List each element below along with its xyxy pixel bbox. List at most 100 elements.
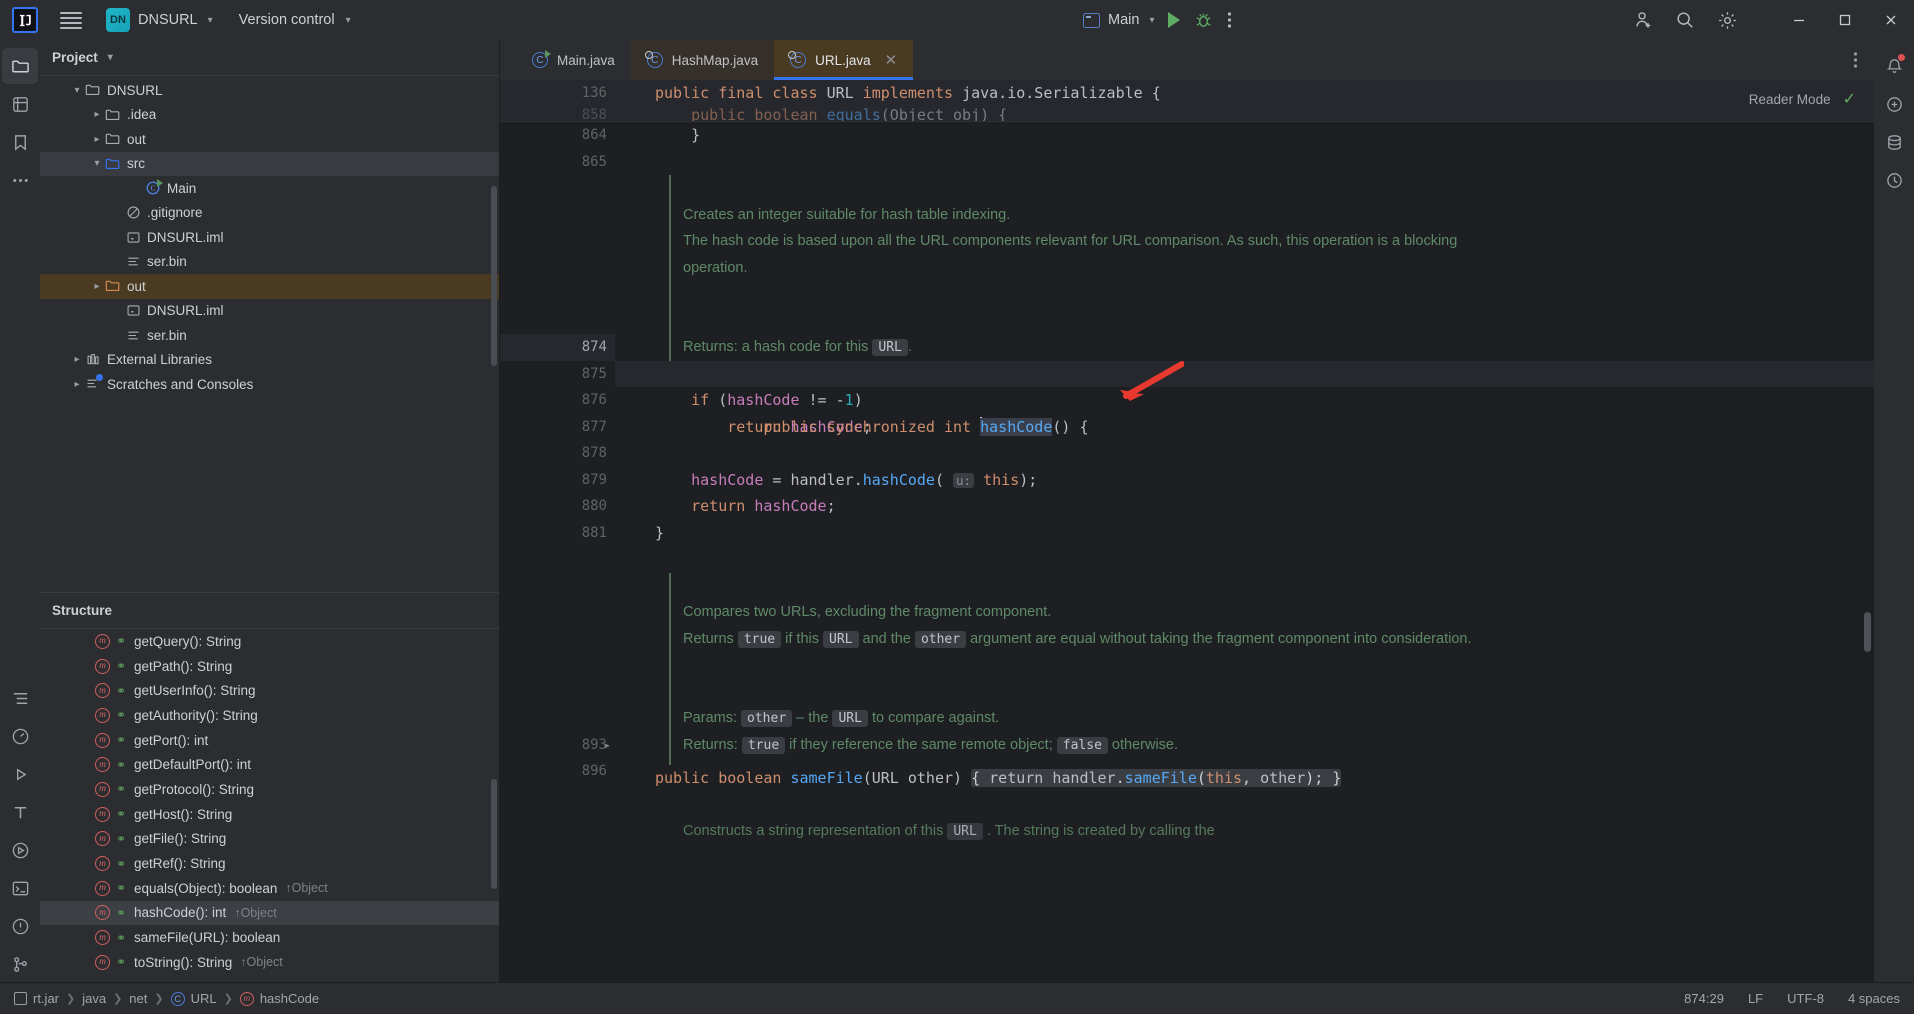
tree-item-external-libraries[interactable]: ▸ External Libraries	[40, 348, 499, 373]
run-configuration-selector[interactable]: Main ▾	[1083, 12, 1154, 28]
structure-item-getQuery[interactable]: m ⚭ getQuery(): String	[40, 629, 499, 654]
tree-item-out[interactable]: ▸ out	[40, 127, 499, 152]
chevron-right-icon[interactable]: ▸	[70, 354, 84, 365]
indent-setting[interactable]: 4 spaces	[1848, 991, 1900, 1006]
tree-item-scratches-and-consoles[interactable]: ▸ Scratches and Consoles	[40, 372, 499, 397]
caret-position[interactable]: 874:29	[1684, 991, 1724, 1006]
chevron-right-icon[interactable]: ▸	[90, 134, 104, 145]
structure-item-getFile[interactable]: m ⚭ getFile(): String	[40, 827, 499, 852]
run-tool-icon[interactable]	[2, 756, 38, 792]
editor-tab-hashmap[interactable]: C HashMap.java	[630, 40, 775, 80]
breadcrumb-net[interactable]: net	[129, 991, 147, 1006]
tree-item-ser-bin[interactable]: ser.bin	[40, 250, 499, 275]
chevron-right-icon[interactable]: ▸	[70, 379, 84, 390]
tree-item-label: DNSURL.iml	[147, 229, 224, 245]
chevron-down-icon[interactable]: ▾	[108, 52, 113, 63]
reader-mode-widget[interactable]: Reader Mode ✓	[1749, 89, 1856, 109]
structure-item-getUserInfo[interactable]: m ⚭ getUserInfo(): String	[40, 678, 499, 703]
breadcrumb-rt-jar[interactable]: rt.jar	[14, 991, 59, 1006]
notifications-icon[interactable]	[1876, 48, 1912, 84]
tree-item-dnsurl-iml[interactable]: DNSURL.iml	[40, 225, 499, 250]
structure-item-toString[interactable]: m ⚭ toString(): String ↑Object	[40, 950, 499, 975]
gear-icon[interactable]	[1717, 10, 1738, 31]
project-name: DNSURL	[138, 12, 198, 28]
project-selector[interactable]: DN DNSURL ▾	[106, 8, 213, 32]
chevron-down-icon[interactable]: ▾	[70, 85, 84, 96]
close-button[interactable]	[1868, 0, 1914, 40]
tree-item-dnsurl-iml[interactable]: DNSURL.iml	[40, 299, 499, 324]
tree-item-src[interactable]: ▾ src	[40, 151, 499, 176]
todo-tool-icon[interactable]	[2, 794, 38, 830]
structure-item-sameFile[interactable]: m ⚭ sameFile(URL): boolean	[40, 925, 499, 950]
services-tool-icon[interactable]	[2, 832, 38, 868]
editor-tab-url[interactable]: C URL.java ✕	[774, 40, 914, 80]
sticky-line[interactable]: 136 public final class URL implements ja…	[500, 80, 1874, 107]
check-icon[interactable]: ✓	[1843, 89, 1856, 109]
problems-tool-icon[interactable]	[2, 908, 38, 944]
structure-item-getHost[interactable]: m ⚭ getHost(): String	[40, 802, 499, 827]
chevron-down-icon[interactable]: ▾	[90, 158, 104, 169]
sticky-line[interactable]: 858 public boolean equals(Object obj) {	[500, 107, 1874, 121]
code-line-folded[interactable]: public boolean sameFile(URL other) { ret…	[615, 765, 1874, 792]
editor-vertical-scrollbar[interactable]	[1864, 612, 1871, 652]
add-user-icon[interactable]	[1633, 10, 1653, 30]
line-number-gutter[interactable]: 864 865 874 875 876 877 878 879 880 881	[500, 122, 615, 982]
breadcrumb-url[interactable]: C URL	[170, 991, 217, 1006]
project-tree[interactable]: ▾ DNSURL ▸ .idea ▸ out ▾ src C Main .gitignore DNSU…	[40, 76, 499, 592]
version-control-widget[interactable]: Version control ▾	[239, 12, 351, 28]
maximize-button[interactable]	[1822, 0, 1868, 40]
line-separator[interactable]: LF	[1748, 991, 1763, 1006]
structure-item-getDefaultPort[interactable]: m ⚭ getDefaultPort(): int	[40, 752, 499, 777]
more-tools-icon[interactable]	[2, 162, 38, 198]
breadcrumb-hashcode[interactable]: m hashCode	[239, 991, 319, 1006]
ai-assistant-icon[interactable]	[1876, 86, 1912, 122]
structure-scrollbar[interactable]	[491, 779, 497, 889]
breadcrumb[interactable]: rt.jar ❯ java ❯ net ❯ C URL ❯ m hashCode	[14, 991, 319, 1006]
structure-item-getRef[interactable]: m ⚭ getRef(): String	[40, 851, 499, 876]
profiler-tool-icon[interactable]	[2, 718, 38, 754]
chevron-right-icon[interactable]: ▸	[90, 281, 104, 292]
debug-button[interactable]	[1194, 11, 1213, 30]
structure-item-getAuthority[interactable]: m ⚭ getAuthority(): String	[40, 703, 499, 728]
structure-item-hashCode[interactable]: m ⚭ hashCode(): int ↑Object	[40, 900, 499, 926]
close-tab-icon[interactable]: ✕	[885, 51, 898, 69]
structure-item-getProtocol[interactable]: m ⚭ getProtocol(): String	[40, 777, 499, 802]
public-access-icon: ⚭	[116, 807, 127, 822]
main-menu-button[interactable]	[60, 11, 82, 29]
code-line-current[interactable]: ↑ public synchronized int hashCode() {	[615, 360, 1874, 436]
structure-tool-icon[interactable]	[2, 680, 38, 716]
run-button[interactable]	[1168, 12, 1181, 28]
bookmarks-tool-icon[interactable]	[2, 124, 38, 160]
class-run-icon: C	[532, 50, 551, 68]
code-content[interactable]: } Creates an integer suitable for hash t…	[615, 122, 1874, 982]
tree-item-dnsurl[interactable]: ▾ DNSURL	[40, 78, 499, 103]
history-icon[interactable]	[1876, 162, 1912, 198]
database-icon[interactable]	[1876, 124, 1912, 160]
structure-item-equals[interactable]: m ⚭ equals(Object): boolean ↑Object	[40, 876, 499, 901]
terminal-tool-icon[interactable]	[2, 870, 38, 906]
structure-list[interactable]: m ⚭ getQuery(): String m ⚭ getPath(): String m…	[40, 629, 499, 982]
minimize-button[interactable]	[1776, 0, 1822, 40]
code-viewport[interactable]: 864 865 874 875 876 877 878 879 880 881	[500, 122, 1874, 982]
tree-item-ser-bin[interactable]: ser.bin	[40, 323, 499, 348]
structure-item-getPort[interactable]: m ⚭ getPort(): int	[40, 728, 499, 753]
tree-item-out[interactable]: ▸ out	[40, 274, 499, 299]
structure-item-getPath[interactable]: m ⚭ getPath(): String	[40, 654, 499, 679]
more-tabs-icon[interactable]	[1837, 40, 1874, 80]
commit-tool-icon[interactable]	[2, 86, 38, 122]
tree-item--idea[interactable]: ▸ .idea	[40, 103, 499, 128]
project-tree-scrollbar[interactable]	[491, 186, 497, 366]
file-encoding[interactable]: UTF-8	[1787, 991, 1824, 1006]
chevron-right-icon[interactable]: ▸	[90, 109, 104, 120]
project-tool-icon[interactable]	[2, 48, 38, 84]
tree-item--gitignore[interactable]: .gitignore	[40, 201, 499, 226]
breadcrumb-java[interactable]: java	[82, 991, 106, 1006]
fold-arrow-icon[interactable]: ▸	[604, 732, 611, 759]
tree-item-main[interactable]: C Main	[40, 176, 499, 201]
git-tool-icon[interactable]	[2, 946, 38, 982]
more-run-options-button[interactable]	[1227, 11, 1232, 29]
editor-tab-bar[interactable]: C Main.java C HashMap.java C URL.java ✕	[500, 40, 1874, 80]
editor-tab-main[interactable]: C Main.java	[516, 40, 631, 80]
search-icon[interactable]	[1675, 10, 1695, 30]
project-panel-header[interactable]: Project ▾	[40, 40, 499, 76]
